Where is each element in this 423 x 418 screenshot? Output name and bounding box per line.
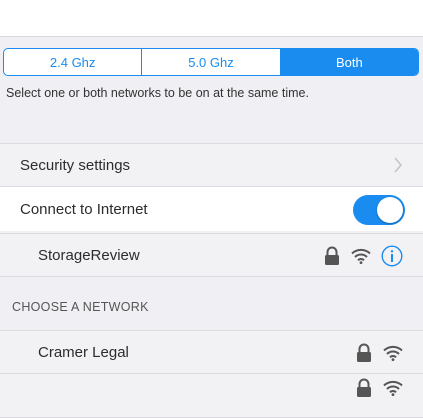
choose-network-header: CHOOSE A NETWORK [12, 300, 149, 314]
connect-internet-row: Connect to Internet [0, 187, 423, 231]
band-option-both[interactable]: Both [279, 49, 418, 75]
band-option-2-4ghz[interactable]: 2.4 Ghz [4, 49, 141, 75]
chevron-right-icon [393, 157, 403, 178]
security-settings-label: Security settings [20, 156, 131, 174]
connect-internet-label: Connect to Internet [20, 200, 148, 218]
network-name: Cramer Legal [38, 343, 129, 361]
connect-internet-toggle[interactable] [353, 195, 405, 225]
wifi-icon [383, 345, 403, 361]
lock-icon [323, 246, 341, 266]
band-hint-text: Select one or both networks to be on at … [6, 86, 309, 100]
lock-icon [355, 378, 373, 398]
current-network-row[interactable]: StorageReview [0, 233, 423, 277]
band-option-5-0ghz[interactable]: 5.0 Ghz [141, 49, 279, 75]
network-row[interactable] [0, 374, 423, 418]
current-network-name: StorageReview [38, 246, 140, 264]
info-icon[interactable] [381, 245, 403, 267]
security-settings-row[interactable]: Security settings [0, 143, 423, 187]
wifi-icon [351, 248, 371, 264]
band-segmented-control[interactable]: 2.4 Ghz 5.0 Ghz Both [3, 48, 419, 76]
wifi-icon [383, 380, 403, 396]
lock-icon [355, 343, 373, 363]
top-header-area [0, 0, 423, 37]
toggle-knob [377, 197, 403, 223]
